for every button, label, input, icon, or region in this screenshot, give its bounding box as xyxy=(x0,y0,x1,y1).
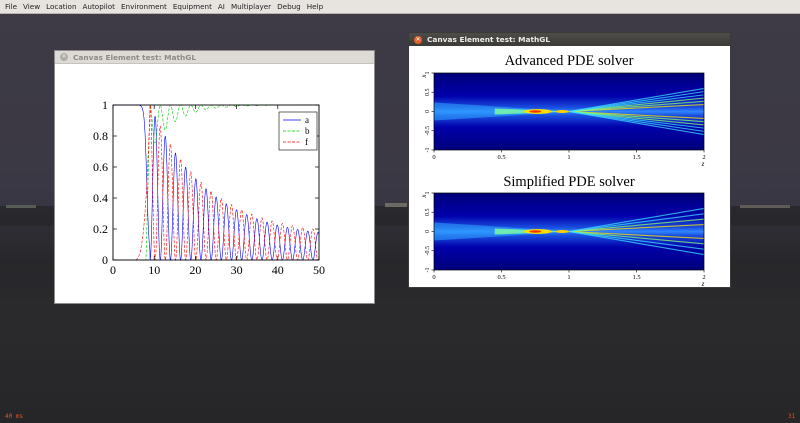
legend-label-a: a xyxy=(305,115,309,125)
x-tick-label: 0.5 xyxy=(497,274,505,281)
y-tick-label: -1 xyxy=(425,268,431,273)
x-tick-label: 0.5 xyxy=(497,154,505,161)
menu-item-autopilot[interactable]: Autopilot xyxy=(80,0,118,14)
x-tick-label: 0 xyxy=(432,154,435,161)
menu-item-ai[interactable]: AI xyxy=(215,0,228,14)
menu-item-help[interactable]: Help xyxy=(304,0,326,14)
focus-secondary xyxy=(555,230,570,233)
focus-peak xyxy=(529,230,542,233)
y-tick-label: 1 xyxy=(102,98,108,112)
menu-item-file[interactable]: File xyxy=(2,0,20,14)
x-tick-label: 10 xyxy=(148,263,160,277)
window-titlebar[interactable]: ✕ Canvas Element test: MathGL xyxy=(55,51,374,64)
legend: abf xyxy=(278,111,318,151)
window-content: 0 10 20 30 40 50 0 0.2 0.4 0.6 0.8 1 a b f xyxy=(55,64,374,303)
y-tick-label: 0.6 xyxy=(93,160,108,174)
y-tick-label: -0.5 xyxy=(425,126,431,136)
window-title: Canvas Element test: MathGL xyxy=(73,52,197,62)
y-tick-label: 0 xyxy=(102,253,108,267)
close-icon[interactable]: ✕ xyxy=(414,35,422,44)
x-tick-label: 50 xyxy=(313,263,325,277)
menu-item-multiplayer[interactable]: Multiplayer xyxy=(228,0,274,14)
frame-latency-readout: 40 ms xyxy=(5,413,24,420)
menu-item-equipment[interactable]: Equipment xyxy=(170,0,215,14)
close-icon[interactable]: ✕ xyxy=(60,53,68,61)
legend-label-b: b xyxy=(305,126,310,136)
y-tick-label: 1 xyxy=(425,192,431,195)
menu-item-environment[interactable]: Environment xyxy=(118,0,170,14)
x-axis-label: z xyxy=(701,160,705,168)
heatmap-title: Advanced PDE solver xyxy=(505,53,634,69)
x-tick-label: 40 xyxy=(272,263,284,277)
x-tick-label: 1 xyxy=(567,154,570,161)
x-axis-label: z xyxy=(701,280,705,287)
y-tick-label: 0.5 xyxy=(425,209,431,217)
window-title: Canvas Element test: MathGL xyxy=(427,35,551,44)
pde-heatmaps: Advanced PDE solver0 0.5 1 1.5 2z-1-0.500.51… xyxy=(420,53,706,288)
mathgl-canvas-window-inactive[interactable]: ✕ Canvas Element test: MathGL 0 10 20 30 40 5… xyxy=(54,50,375,304)
x-tick-label: 1.5 xyxy=(632,274,640,281)
y-tick-label: 0 xyxy=(425,110,431,113)
menu-item-view[interactable]: View xyxy=(20,0,43,14)
window-titlebar[interactable]: ✕ Canvas Element test: MathGL xyxy=(409,33,730,46)
x-tick-label: 0 xyxy=(432,274,435,281)
legend-label-f: f xyxy=(305,137,308,147)
y-tick-label: -0.5 xyxy=(425,246,431,256)
fps-readout: 31 xyxy=(788,413,796,420)
menu-item-debug[interactable]: Debug xyxy=(274,0,304,14)
x-tick-label: 0 xyxy=(110,263,116,277)
y-tick-label: -1 xyxy=(425,148,431,153)
x-tick-label: 1.5 xyxy=(632,154,640,161)
menu-bar: File View Location Autopilot Environment Equi… xyxy=(0,0,800,14)
heatmap-title: Simplified PDE solver xyxy=(503,174,634,190)
y-tick-label: 1 xyxy=(425,72,431,75)
line-plot: 0 10 20 30 40 50 0 0.2 0.4 0.6 0.8 1 abf xyxy=(93,98,325,277)
x-tick-label: 20 xyxy=(189,263,201,277)
x-tick-label: 1 xyxy=(567,274,570,281)
y-tick-label: 0.5 xyxy=(425,89,431,97)
x-tick-label: 30 xyxy=(231,263,243,277)
y-tick-label: 0.4 xyxy=(93,191,108,205)
focus-peak xyxy=(529,110,542,113)
y-tick-label: 0.8 xyxy=(93,129,108,143)
menu-item-location[interactable]: Location xyxy=(43,0,79,14)
mathgl-canvas-window-active[interactable]: ✕ Canvas Element test: MathGL Advanced P… xyxy=(408,32,731,288)
focus-secondary xyxy=(555,110,570,113)
window-content: Advanced PDE solver 0 0.5 1 1.5 2 z -1 -0.5 0 0.5 1… xyxy=(409,46,730,288)
y-tick-label: 0 xyxy=(425,230,431,233)
y-tick-label: 0.2 xyxy=(93,222,108,236)
